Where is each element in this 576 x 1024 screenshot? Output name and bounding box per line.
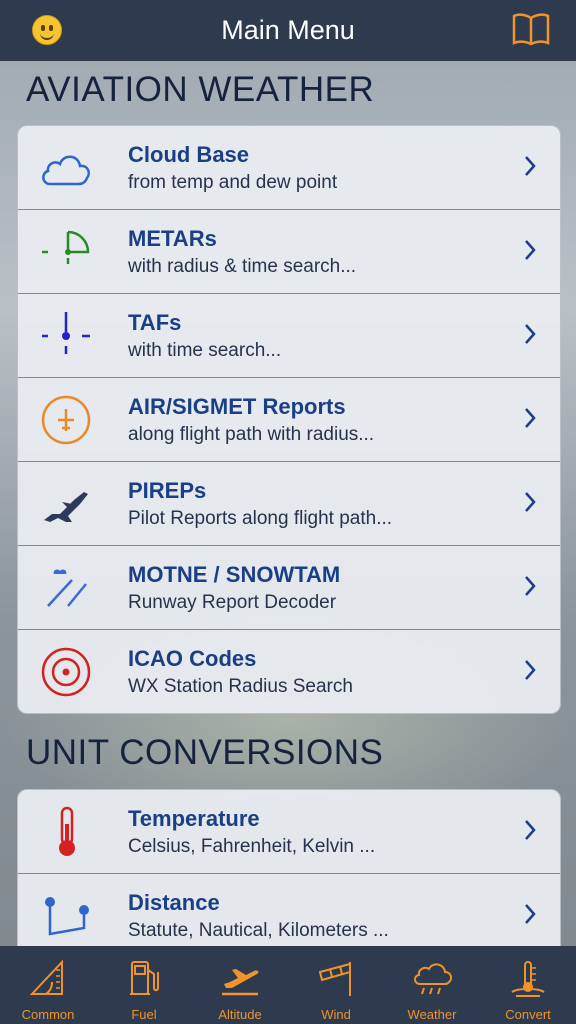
list-item-cloud-base[interactable]: Cloud Base from temp and dew point (18, 126, 560, 210)
item-subtitle: Runway Report Decoder (128, 592, 337, 613)
item-title: Cloud Base (128, 142, 250, 167)
item-subtitle: from temp and dew point (128, 172, 338, 193)
chevron-right-icon (525, 156, 536, 176)
tab-altitude[interactable]: Altitude (192, 946, 288, 1024)
windsock-icon (318, 962, 351, 996)
page-title: Main Menu (221, 15, 355, 45)
distance-icon (45, 897, 89, 936)
tab-label: Altitude (218, 1007, 262, 1022)
item-title: AIR/SIGMET Reports (128, 394, 346, 419)
aviation-weather-list: Cloud Base from temp and dew point METAR… (17, 125, 561, 714)
list-item-metars[interactable]: METARs with radius & time search... (18, 210, 560, 294)
fuel-pump-icon (130, 961, 159, 995)
airplane-circle-icon (41, 395, 91, 445)
chevron-right-icon (525, 904, 536, 924)
list-item-motne-snowtam[interactable]: MOTNE / SNOWTAM Runway Report Decoder (18, 546, 560, 630)
item-subtitle: Celsius, Fahrenheit, Kelvin ... (128, 836, 376, 857)
tab-label: Weather (407, 1007, 457, 1022)
chevron-right-icon (525, 660, 536, 680)
target-icon (41, 647, 91, 697)
item-title: MOTNE / SNOWTAM (128, 562, 341, 587)
taf-station-icon (42, 312, 90, 354)
tab-wind[interactable]: Wind (288, 946, 384, 1024)
item-subtitle: with time search... (128, 340, 282, 361)
tab-fuel[interactable]: Fuel (96, 946, 192, 1024)
tab-weather[interactable]: Weather (384, 946, 480, 1024)
item-title: Distance (128, 890, 220, 915)
tab-common[interactable]: Common (0, 946, 96, 1024)
book-icon[interactable] (512, 12, 550, 46)
list-item-air-sigmet[interactable]: AIR/SIGMET Reports along flight path wit… (18, 378, 560, 462)
thermometer-icon (59, 806, 75, 856)
list-item-pireps[interactable]: PIREPs Pilot Reports along flight path..… (18, 462, 560, 546)
item-title: TAFs (128, 310, 182, 335)
item-title: ICAO Codes (128, 646, 257, 671)
smiley-icon[interactable] (32, 15, 62, 45)
takeoff-icon (222, 969, 259, 996)
item-subtitle: along flight path with radius... (128, 424, 375, 445)
tab-convert[interactable]: Convert (480, 946, 576, 1024)
chevron-right-icon (525, 576, 536, 596)
list-item-temperature[interactable]: Temperature Celsius, Fahrenheit, Kelvin … (18, 790, 560, 874)
section-title-aviation-weather: AVIATION WEATHER (26, 70, 375, 109)
item-title: Temperature (128, 806, 260, 831)
section-title-unit-conversions: UNIT CONVERSIONS (26, 733, 384, 772)
chevron-right-icon (525, 820, 536, 840)
item-subtitle: WX Station Radius Search (128, 676, 353, 697)
item-title: PIREPs (128, 478, 207, 503)
chevron-right-icon (525, 492, 536, 512)
protractor-icon (29, 959, 63, 995)
navigation-bar: Main Menu (0, 0, 576, 61)
item-subtitle: with radius & time search... (128, 256, 357, 277)
item-subtitle: Statute, Nautical, Kilometers ... (128, 920, 389, 941)
rain-cloud-icon (414, 963, 453, 995)
chevron-right-icon (525, 324, 536, 344)
tab-label: Fuel (131, 1007, 157, 1022)
unit-conversions-list: Temperature Celsius, Fahrenheit, Kelvin … (17, 789, 561, 958)
tab-label: Wind (321, 1007, 351, 1022)
airplane-icon (44, 492, 88, 522)
metar-station-icon (42, 230, 90, 264)
tab-label: Convert (505, 1007, 551, 1022)
chevron-right-icon (525, 408, 536, 428)
gauge-icon (511, 961, 545, 997)
list-item-icao-codes[interactable]: ICAO Codes WX Station Radius Search (18, 630, 560, 713)
runway-snow-icon (47, 569, 87, 607)
item-title: METARs (128, 226, 217, 251)
list-item-distance[interactable]: Distance Statute, Nautical, Kilometers .… (18, 874, 560, 957)
item-subtitle: Pilot Reports along flight path... (128, 508, 393, 529)
list-item-tafs[interactable]: TAFs with time search... (18, 294, 560, 378)
tab-bar: Common Fuel Altitude Wind Weather Conver… (0, 946, 576, 1024)
chevron-right-icon (525, 240, 536, 260)
tab-label: Common (21, 1007, 75, 1022)
cloud-icon (42, 155, 90, 186)
